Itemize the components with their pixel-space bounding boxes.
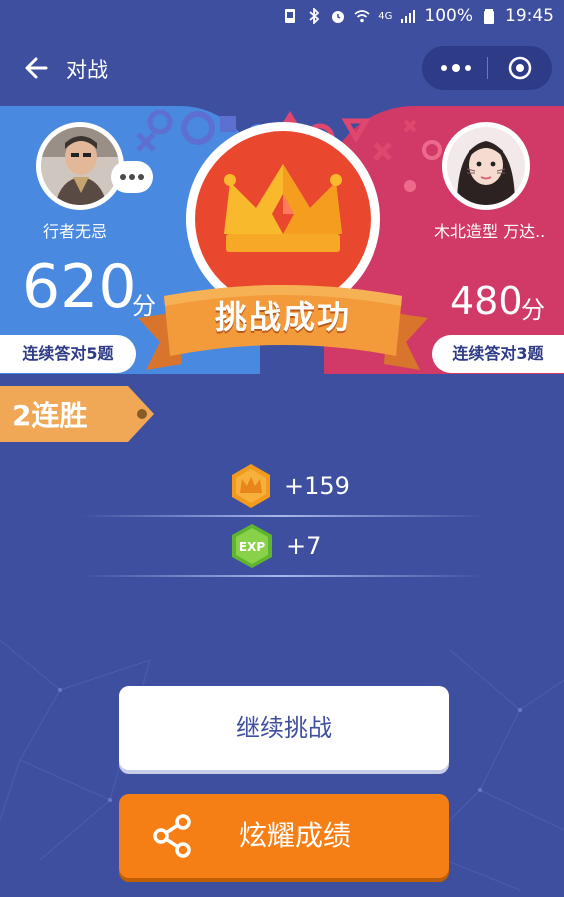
exp-reward-value: +7 xyxy=(286,532,322,560)
close-target-icon[interactable] xyxy=(508,56,532,80)
share-score-button[interactable]: 炫耀成绩 xyxy=(119,794,449,878)
right-avatar[interactable] xyxy=(442,122,530,210)
coin-reward: +159 xyxy=(228,462,428,510)
battery-icon xyxy=(484,9,494,24)
reward-divider xyxy=(80,515,484,517)
chat-bubble-icon[interactable] xyxy=(111,161,153,193)
left-avatar-portrait xyxy=(41,127,119,205)
sim-icon xyxy=(285,9,296,23)
clock: 19:45 xyxy=(505,6,554,26)
back-arrow-icon[interactable] xyxy=(20,52,52,84)
win-streak-text: 2连胜 xyxy=(12,399,88,432)
right-avatar-portrait xyxy=(447,127,525,205)
coin-crown-icon xyxy=(232,464,270,508)
result-banner-text: 挑战成功 xyxy=(214,298,351,336)
right-player-score: 480 xyxy=(450,279,523,323)
status-bar: 4G 100% 19:45 xyxy=(0,0,564,36)
right-streak-badge: 连续答对3题 xyxy=(432,335,564,373)
continue-challenge-button[interactable]: 继续挑战 xyxy=(119,686,449,770)
exp-icon: EXP xyxy=(232,524,272,568)
bubble-dot xyxy=(120,174,126,180)
left-player-score: 620 xyxy=(22,252,137,322)
reward-divider xyxy=(80,575,484,577)
nav-bar: 对战 xyxy=(0,36,564,106)
signal-icon xyxy=(401,10,416,23)
bubble-dot xyxy=(138,174,144,180)
left-streak-badge: 连续答对5题 xyxy=(0,335,136,373)
battery-percent: 100% xyxy=(424,6,473,26)
share-button-label: 炫耀成绩 xyxy=(239,819,352,852)
capsule-divider xyxy=(487,57,488,79)
right-avatar-photo xyxy=(447,127,525,205)
status-right: 4G 100% 19:45 xyxy=(282,6,554,26)
wifi-icon xyxy=(354,10,370,23)
bluetooth-icon xyxy=(309,8,320,24)
bubble-dot xyxy=(129,174,135,180)
left-player-name: 行者无忌 xyxy=(43,222,108,241)
network-type: 4G xyxy=(378,10,393,22)
right-player-name: 木北造型 万达.. xyxy=(434,222,546,241)
page-title: 对战 xyxy=(66,58,108,82)
share-icon xyxy=(153,814,191,858)
more-dots-icon[interactable] xyxy=(438,58,474,78)
coin-reward-value: +159 xyxy=(284,472,350,500)
mini-program-capsule xyxy=(422,46,552,90)
left-avatar-photo xyxy=(41,127,119,205)
left-avatar[interactable] xyxy=(36,122,124,210)
alarm-icon xyxy=(332,11,345,23)
exp-reward: EXP +7 xyxy=(228,522,428,570)
right-score-unit: 分 xyxy=(521,296,545,324)
exp-icon-label: EXP xyxy=(239,540,265,554)
